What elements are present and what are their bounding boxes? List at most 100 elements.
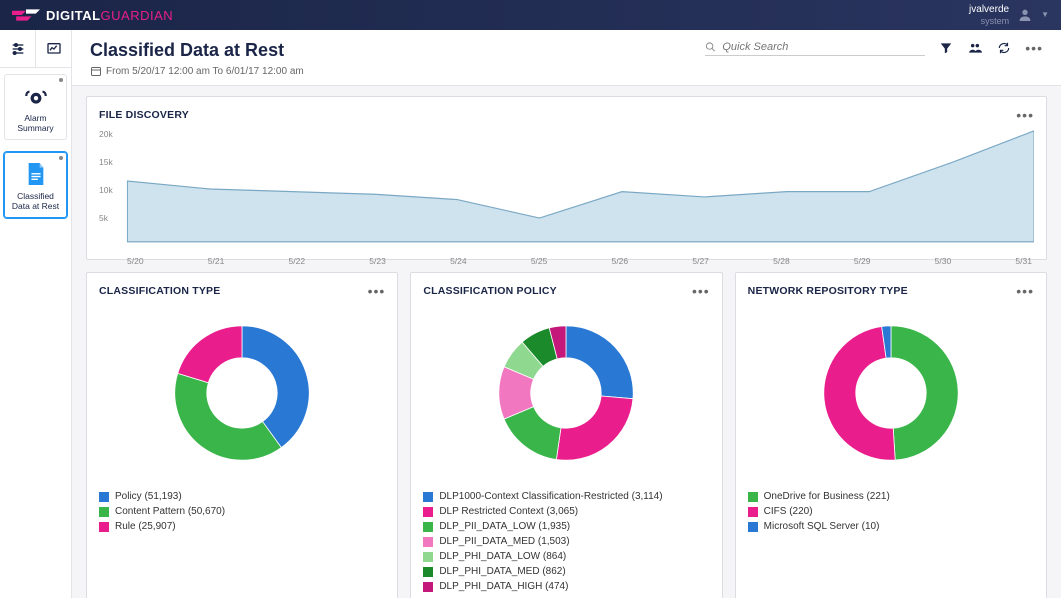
legend-item[interactable]: Policy (51,193)	[99, 489, 385, 504]
user-avatar-icon	[1017, 7, 1033, 23]
area-svg	[99, 129, 1034, 249]
legend-swatch	[99, 522, 109, 532]
refresh-icon[interactable]	[997, 41, 1011, 55]
legend: OneDrive for Business (221) CIFS (220) Mic…	[748, 489, 1034, 534]
panel-title: CLASSIFICATION POLICY	[423, 285, 557, 297]
left-rail: Alarm Summary Classified Data at Rest	[0, 30, 72, 598]
legend-item[interactable]: Microsoft SQL Server (10)	[748, 519, 1034, 534]
sidebar-item-alarm-summary[interactable]: Alarm Summary	[4, 74, 67, 140]
people-icon[interactable]	[967, 41, 983, 55]
search-icon	[705, 41, 716, 53]
panel-classification-policy: CLASSIFICATION POLICY ••• DLP1000-Contex…	[410, 272, 722, 598]
y-tick: 20k	[99, 129, 113, 139]
legend-label: CIFS (220)	[764, 506, 813, 517]
header-actions: •••	[705, 40, 1043, 56]
area-chart[interactable]: 20k15k10k5k 5/205/215/225/235/245/255/26…	[99, 129, 1034, 249]
donut-chart[interactable]	[811, 313, 971, 473]
legend-item[interactable]: OneDrive for Business (221)	[748, 489, 1034, 504]
card-badge	[59, 156, 63, 160]
sidebar-item-label: Classified Data at Rest	[7, 191, 64, 211]
search-wrap[interactable]	[705, 41, 925, 56]
date-range[interactable]: From 5/20/17 12:00 am To 6/01/17 12:00 a…	[90, 65, 304, 77]
legend: Policy (51,193)Content Pattern (50,670) R…	[99, 489, 385, 534]
legend-item[interactable]: Content Pattern (50,670)	[99, 504, 385, 519]
panel-network-repository: NETWORK REPOSITORY TYPE ••• OneDrive for…	[735, 272, 1047, 598]
legend-label: DLP_PHI_DATA_HIGH (474)	[439, 581, 568, 592]
chevron-down-icon: ▼	[1041, 10, 1049, 20]
y-tick: 10k	[99, 185, 113, 195]
more-icon[interactable]: •••	[1025, 40, 1043, 56]
rail-top-tabs	[0, 30, 71, 68]
x-axis-labels: 5/205/215/225/235/245/255/265/275/285/29…	[99, 256, 1034, 266]
brand-part2: GUARDIAN	[101, 8, 174, 23]
legend: DLP1000-Context Classification-Restricte…	[423, 489, 709, 594]
legend-label: DLP_PII_DATA_MED (1,503)	[439, 536, 569, 547]
legend-swatch	[423, 522, 433, 532]
user-area[interactable]: jvalverde system ▼	[969, 4, 1049, 27]
brand-text: DIGITALGUARDIAN	[46, 8, 173, 23]
search-input[interactable]	[722, 41, 925, 53]
legend-item[interactable]: DLP_PII_DATA_LOW (1,935)	[423, 519, 709, 534]
legend-label: Rule (25,907)	[115, 521, 176, 532]
filter-icon[interactable]	[939, 41, 953, 55]
alarm-icon	[23, 83, 49, 109]
x-tick: 5/28	[773, 256, 790, 266]
legend-swatch	[423, 567, 433, 577]
legend-swatch	[423, 552, 433, 562]
content-area: Classified Data at Rest From 5/20/17 12:…	[72, 30, 1061, 598]
x-tick: 5/27	[692, 256, 709, 266]
brand-part1: DIGITAL	[46, 8, 101, 23]
panel-more-icon[interactable]: •••	[692, 283, 710, 299]
panel-file-discovery: FILE DISCOVERY ••• 20k15k10k5k 5/205/215…	[86, 96, 1047, 260]
legend-item[interactable]: DLP_PII_DATA_MED (1,503)	[423, 534, 709, 549]
legend-swatch	[423, 537, 433, 547]
legend-label: DLP_PHI_DATA_MED (862)	[439, 566, 565, 577]
panel-more-icon[interactable]: •••	[1016, 107, 1034, 123]
x-tick: 5/20	[127, 256, 144, 266]
legend-swatch	[748, 522, 758, 532]
x-tick: 5/23	[369, 256, 386, 266]
rail-tab-controls[interactable]	[0, 30, 36, 67]
legend-item[interactable]: CIFS (220)	[748, 504, 1034, 519]
legend-item[interactable]: DLP_PHI_DATA_LOW (864)	[423, 549, 709, 564]
panel-title: NETWORK REPOSITORY TYPE	[748, 285, 908, 297]
page-title: Classified Data at Rest	[90, 40, 304, 61]
legend-label: DLP Restricted Context (3,065)	[439, 506, 578, 517]
panel-title: FILE DISCOVERY	[99, 109, 189, 121]
logo-wing-icon	[12, 8, 40, 22]
legend-swatch	[99, 507, 109, 517]
legend-label: DLP_PII_DATA_LOW (1,935)	[439, 521, 570, 532]
panel-more-icon[interactable]: •••	[368, 283, 386, 299]
rail-tab-chart[interactable]	[36, 30, 71, 67]
legend-item[interactable]: DLP1000-Context Classification-Restricte…	[423, 489, 709, 504]
donut-chart[interactable]	[486, 313, 646, 473]
legend-item[interactable]: Rule (25,907)	[99, 519, 385, 534]
legend-swatch	[99, 492, 109, 502]
panel-more-icon[interactable]: •••	[1016, 283, 1034, 299]
chart-icon	[46, 41, 62, 57]
legend-label: Microsoft SQL Server (10)	[764, 521, 880, 532]
legend-item[interactable]: DLP Restricted Context (3,065)	[423, 504, 709, 519]
user-info: jvalverde system	[969, 4, 1009, 27]
file-icon	[23, 161, 49, 187]
donut-chart[interactable]	[162, 313, 322, 473]
sidebar-item-classified-data[interactable]: Classified Data at Rest	[4, 152, 67, 218]
x-tick: 5/31	[1015, 256, 1032, 266]
user-name: jvalverde	[969, 4, 1009, 16]
legend-item[interactable]: DLP_PHI_DATA_HIGH (474)	[423, 579, 709, 594]
legend-swatch	[748, 507, 758, 517]
panel-classification-type: CLASSIFICATION TYPE ••• Policy (51,193)C…	[86, 272, 398, 598]
date-range-text: From 5/20/17 12:00 am To 6/01/17 12:00 a…	[106, 66, 304, 77]
panel-title: CLASSIFICATION TYPE	[99, 285, 220, 297]
y-tick: 5k	[99, 213, 113, 223]
x-tick: 5/26	[612, 256, 629, 266]
legend-item[interactable]: DLP_PHI_DATA_MED (862)	[423, 564, 709, 579]
user-sub: system	[969, 16, 1009, 27]
x-tick: 5/29	[854, 256, 871, 266]
x-tick: 5/24	[450, 256, 467, 266]
logo: DIGITALGUARDIAN	[12, 8, 173, 23]
sidebar-item-label: Alarm Summary	[7, 113, 64, 133]
top-header: DIGITALGUARDIAN jvalverde system ▼	[0, 0, 1061, 30]
legend-label: DLP_PHI_DATA_LOW (864)	[439, 551, 566, 562]
legend-swatch	[423, 507, 433, 517]
